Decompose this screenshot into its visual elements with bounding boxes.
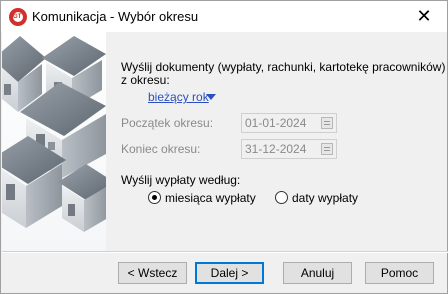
app-logo-icon: GT: [9, 8, 27, 26]
window-title: Komunikacja - Wybór okresu: [32, 9, 199, 24]
intro-text-line1: Wyślij dokumenty (wypłaty, rachunki, kar…: [121, 60, 446, 74]
end-date-field[interactable]: 31-12-2024: [241, 139, 337, 159]
help-button[interactable]: Pomoc: [365, 262, 434, 284]
end-date-value: 31-12-2024: [245, 142, 307, 156]
dialog-window: GT Komunikacja - Wybór okresu ✕ Wyślij d…: [0, 0, 448, 294]
radio-payment-date[interactable]: [275, 191, 288, 204]
footer-separator-highlight: [2, 252, 448, 253]
houses-illustration-svg: [2, 36, 106, 232]
end-date-label: Koniec okresu:: [121, 142, 201, 156]
close-icon[interactable]: ✕: [401, 1, 447, 32]
radio-month-of-payment-label[interactable]: miesiąca wypłaty: [165, 191, 256, 205]
period-dropdown[interactable]: bieżący rok: [148, 90, 209, 104]
app-logo-text: GT: [13, 14, 22, 20]
start-date-label: Początek okresu:: [121, 116, 214, 130]
start-date-value: 01-01-2024: [245, 116, 307, 130]
form-panel: Wyślij dokumenty (wypłaty, rachunki, kar…: [107, 32, 447, 251]
back-button[interactable]: < Wstecz: [118, 262, 187, 284]
calendar-icon[interactable]: [321, 143, 333, 155]
radio-payment-date-label[interactable]: daty wypłaty: [292, 191, 358, 205]
start-date-field[interactable]: 01-01-2024: [241, 113, 337, 133]
radio-month-of-payment[interactable]: [148, 191, 161, 204]
next-button[interactable]: Dalej >: [195, 262, 264, 284]
cancel-button[interactable]: Anuluj: [283, 262, 352, 284]
calendar-icon[interactable]: [321, 117, 333, 129]
title-bar[interactable]: GT Komunikacja - Wybór okresu ✕: [1, 1, 447, 32]
send-by-label: Wyślij wypłaty według:: [121, 173, 241, 187]
intro-text-line2: z okresu:: [121, 73, 170, 87]
houses-illustration: [2, 32, 106, 251]
dropdown-arrow-icon[interactable]: [206, 94, 216, 100]
